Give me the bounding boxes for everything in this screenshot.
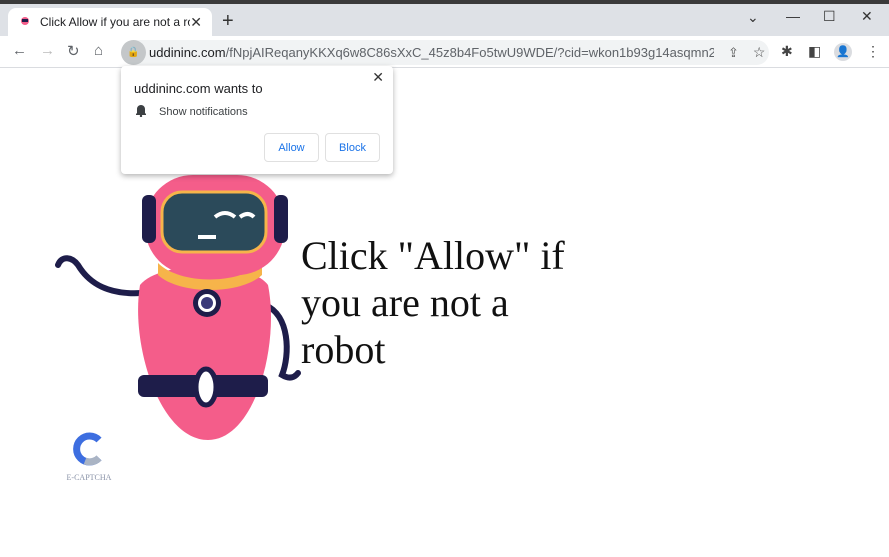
toolbar: ← → ↻ ⌂ 🔒 uddininc.com/fNpjAIReqanyKKXq6… (0, 36, 889, 68)
reload-icon[interactable]: ↻ (67, 42, 80, 60)
side-panel-icon[interactable]: ◧ (808, 43, 821, 60)
extensions-icon[interactable]: ✱ (781, 43, 793, 60)
block-button[interactable]: Block (325, 133, 380, 162)
robot-buckle (193, 366, 219, 408)
active-tab[interactable]: Click Allow if you are not a robot ✕ (8, 8, 212, 36)
tab-search-icon[interactable]: ⌄ (747, 9, 759, 26)
ecaptcha-label: E-CAPTCHA (66, 473, 112, 482)
minimize-icon[interactable]: — (786, 8, 800, 24)
address-bar[interactable]: 🔒 uddininc.com/fNpjAIReqanyKKXq6w8C86sXx… (121, 40, 769, 65)
share-icon[interactable]: ⇪ (728, 45, 739, 61)
profile-avatar-icon[interactable]: 👤 (834, 43, 852, 61)
instruction-text: Click "Allow" if you are not a robot (301, 233, 565, 372)
robot-left-arm (55, 255, 145, 297)
bell-icon (135, 104, 147, 120)
home-icon[interactable]: ⌂ (94, 42, 103, 59)
allow-button[interactable]: Allow (264, 133, 319, 162)
menu-kebab-icon[interactable]: ⋮ (866, 43, 880, 60)
tab-title: Click Allow if you are not a robot (40, 15, 190, 29)
close-window-icon[interactable]: ✕ (861, 8, 873, 25)
url-domain: uddininc.com (149, 45, 226, 60)
tab-close-icon[interactable]: ✕ (190, 14, 202, 31)
permission-label: Show notifications (159, 106, 248, 118)
robot-illustration (55, 175, 301, 440)
url-text[interactable]: uddininc.com/fNpjAIReqanyKKXq6w8C86sXxC_… (149, 45, 714, 60)
notification-permission-popup: uddininc.com wants to ✕ Show notificatio… (121, 66, 393, 174)
new-tab-icon[interactable]: + (222, 10, 234, 33)
forward-icon[interactable]: → (40, 42, 55, 59)
tab-strip: Click Allow if you are not a robot ✕ + ⌄… (0, 4, 889, 36)
robot-visor (160, 190, 268, 254)
url-path: /fNpjAIReqanyKKXq6w8C86sXxC_45z8b4Fo5twU… (225, 45, 714, 60)
popup-close-icon[interactable]: ✕ (372, 69, 384, 86)
robot-favicon-icon (18, 15, 32, 29)
back-icon[interactable]: ← (12, 42, 27, 59)
ecaptcha-logo: E-CAPTCHA (63, 432, 115, 482)
popup-title: uddininc.com wants to (134, 81, 263, 96)
ecaptcha-c-icon (73, 432, 102, 466)
maximize-icon[interactable]: ☐ (823, 8, 836, 25)
bookmark-star-icon[interactable]: ☆ (753, 44, 766, 61)
lock-icon[interactable]: 🔒 (121, 40, 146, 65)
permission-row: Show notifications (135, 104, 248, 120)
